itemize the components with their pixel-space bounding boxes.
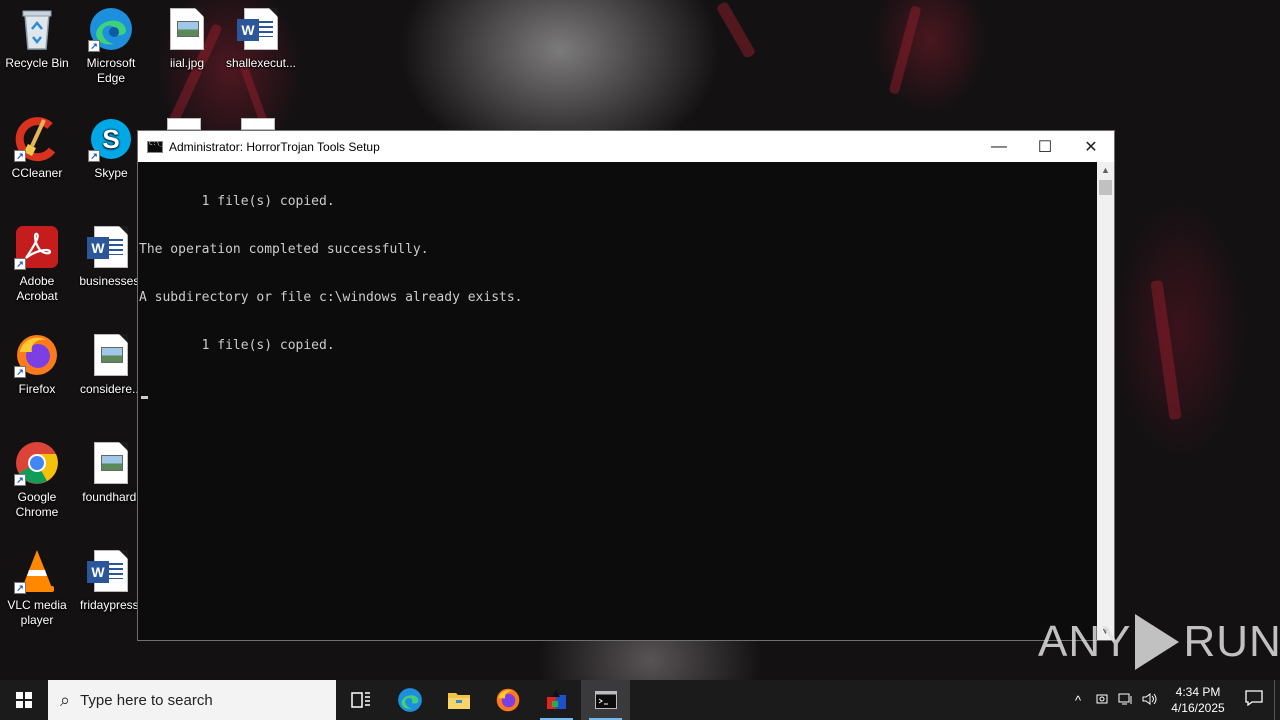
- chrome-icon: ↗: [14, 440, 60, 486]
- firefox-icon: ↗: [14, 332, 60, 378]
- skype-icon: S ↗: [88, 116, 134, 162]
- word-doc-icon: W: [87, 224, 134, 270]
- desktop-icon-label: iial.jpg: [169, 56, 205, 70]
- desktop-icon-label: shallexecut...: [225, 56, 297, 70]
- scrollbar-thumb[interactable]: [1099, 180, 1112, 195]
- device-icon[interactable]: [1090, 692, 1114, 709]
- shortcut-arrow-icon: ↗: [14, 150, 26, 162]
- svg-text:S: S: [102, 124, 119, 154]
- anyrun-watermark: ANY RUN: [1038, 612, 1280, 672]
- desktop-icon-label: VLC media player: [7, 598, 67, 627]
- minimize-button[interactable]: —: [976, 131, 1022, 162]
- desktop-icon-label: Recycle Bin: [5, 56, 69, 70]
- installer-icon: [546, 689, 566, 709]
- shortcut-arrow-icon: ↗: [88, 150, 100, 162]
- console-cursor-line: [139, 386, 1097, 402]
- taskbar-cmd-button[interactable]: [581, 680, 630, 720]
- console-line: 1 file(s) copied.: [139, 194, 335, 209]
- close-button[interactable]: ✕: [1068, 131, 1114, 162]
- console-output[interactable]: 1 file(s) copied. The operation complete…: [138, 162, 1097, 640]
- watermark-text-left: ANY: [1038, 617, 1132, 666]
- wallpaper-detail: [715, 1, 757, 59]
- console-line: A subdirectory or file c:\windows alread…: [139, 290, 523, 305]
- image-file-icon: [88, 440, 134, 486]
- show-desktop-button[interactable]: [1274, 680, 1280, 720]
- clock-time: 4:34 PM: [1175, 685, 1221, 699]
- acrobat-icon: ↗: [14, 224, 60, 270]
- vertical-scrollbar[interactable]: ▲ ▼: [1097, 162, 1114, 640]
- shortcut-arrow-icon: ↗: [88, 40, 100, 52]
- scroll-up-arrow-icon[interactable]: ▲: [1097, 162, 1114, 179]
- wallpaper-detail: [1150, 279, 1182, 421]
- image-file-icon: [164, 6, 210, 52]
- desktop-icon-firefox[interactable]: ↗ Firefox: [0, 332, 74, 397]
- desktop-icon-label: Adobe Acrobat: [16, 274, 58, 303]
- chevron-up-icon[interactable]: ^: [1066, 693, 1090, 708]
- search-placeholder: Type here to search: [80, 691, 213, 709]
- vlc-icon: ↗: [14, 548, 60, 594]
- play-logo-icon: [1135, 614, 1180, 670]
- taskbar-edge-button[interactable]: [385, 680, 434, 720]
- text-cursor: [141, 396, 148, 399]
- watermark-text-right: RUN: [1183, 617, 1280, 666]
- desktop-icon-shallexecut[interactable]: W shallexecut...: [224, 6, 298, 71]
- task-view-icon: [350, 692, 370, 708]
- system-tray: ^ 4:34 PM 4/16/2025: [1066, 680, 1280, 720]
- word-doc-icon: W: [87, 548, 134, 594]
- cmd-icon: [147, 140, 163, 153]
- console-line: 1 file(s) copied.: [139, 338, 335, 353]
- recycle-bin-icon: [14, 6, 60, 52]
- ccleaner-icon: ↗: [14, 116, 60, 162]
- edge-icon: [397, 688, 422, 712]
- taskbar-installer-button[interactable]: [532, 680, 581, 720]
- taskbar-file-explorer-button[interactable]: [434, 680, 483, 720]
- edge-icon: ↗: [88, 6, 134, 52]
- taskbar-firefox-button[interactable]: [483, 680, 532, 720]
- firefox-icon: [496, 688, 519, 712]
- taskbar-search-box[interactable]: ⌕ Type here to search: [48, 680, 336, 720]
- desktop-icon-label: Firefox: [18, 382, 56, 396]
- window-title: Administrator: HorrorTrojan Tools Setup: [169, 139, 380, 154]
- shortcut-arrow-icon: ↗: [14, 258, 26, 270]
- cmd-window[interactable]: Administrator: HorrorTrojan Tools Setup …: [137, 130, 1115, 641]
- console-line: The operation completed successfully.: [139, 242, 429, 257]
- desktop-icon-adobe-acrobat[interactable]: ↗ Adobe Acrobat: [0, 224, 74, 304]
- network-icon[interactable]: [1114, 692, 1138, 709]
- taskbar: ⌕ Type here to search ^ 4:34 PM 4/16/202…: [0, 680, 1280, 720]
- desktop-icon-iial-jpg[interactable]: iial.jpg: [150, 6, 224, 71]
- taskbar-clock[interactable]: 4:34 PM 4/16/2025: [1162, 684, 1234, 716]
- shortcut-arrow-icon: ↗: [14, 366, 26, 378]
- notification-icon[interactable]: [1234, 689, 1274, 711]
- desktop-icon-google-chrome[interactable]: ↗ Google Chrome: [0, 440, 74, 520]
- shortcut-arrow-icon: ↗: [14, 474, 26, 486]
- start-button[interactable]: [0, 680, 48, 720]
- file-explorer-icon: [447, 693, 470, 709]
- search-icon: ⌕: [60, 689, 71, 710]
- shortcut-arrow-icon: ↗: [14, 582, 26, 594]
- desktop-icon-label: Microsoft Edge: [86, 56, 136, 85]
- obscured-file-icon[interactable]: [241, 118, 275, 130]
- image-file-icon: [88, 332, 134, 378]
- cmd-icon: [594, 691, 617, 709]
- clock-date: 4/16/2025: [1171, 701, 1225, 715]
- word-doc-icon: W: [237, 6, 284, 52]
- windows-logo-icon: [16, 692, 32, 708]
- task-view-button[interactable]: [336, 680, 385, 720]
- desktop-icon-recycle-bin[interactable]: Recycle Bin: [0, 6, 74, 71]
- desktop-icon-vlc[interactable]: ↗ VLC media player: [0, 548, 74, 628]
- window-titlebar[interactable]: Administrator: HorrorTrojan Tools Setup …: [138, 131, 1114, 162]
- wallpaper-detail: [888, 5, 922, 95]
- desktop-icon-edge[interactable]: ↗ Microsoft Edge: [74, 6, 148, 86]
- maximize-button[interactable]: ☐: [1022, 131, 1068, 162]
- obscured-file-icon[interactable]: [167, 118, 201, 130]
- volume-icon[interactable]: [1138, 692, 1162, 709]
- desktop-icon-label: Google Chrome: [15, 490, 59, 519]
- desktop-icon-ccleaner[interactable]: ↗ CCleaner: [0, 116, 74, 181]
- desktop-icon-label: CCleaner: [11, 166, 63, 180]
